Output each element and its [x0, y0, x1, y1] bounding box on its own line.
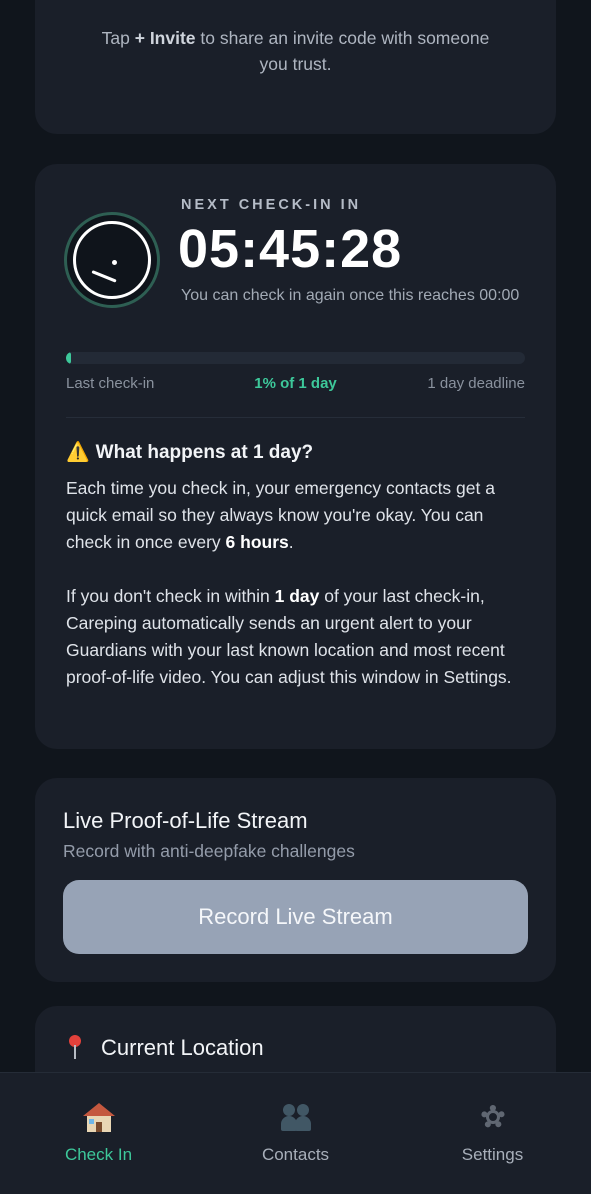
p2-text-a: If you don't check in within: [66, 586, 275, 606]
record-live-stream-button[interactable]: Record Live Stream: [63, 880, 528, 954]
location-title: Current Location: [101, 1035, 264, 1060]
checkin-timer-card: NEXT CHECK-IN IN 05:45:28 You can check …: [35, 164, 556, 749]
invite-card: Tap + Invite to share an invite code wit…: [35, 0, 556, 134]
invite-tip-suffix: to share an invite code with someone you…: [195, 28, 490, 74]
house-icon: [82, 1101, 115, 1133]
invite-tip: Tap + Invite to share an invite code wit…: [95, 25, 496, 77]
progress-labels: Last check-in 1% of 1 day 1 day deadline: [66, 375, 525, 395]
location-heading: Current Location: [65, 1035, 264, 1061]
clock-icon: [64, 212, 160, 308]
next-checkin-label: NEXT CHECK-IN IN: [181, 197, 362, 213]
countdown-subtext: You can check in again once this reaches…: [181, 287, 520, 304]
contacts-icon: [279, 1101, 313, 1133]
app-screen: Tap + Invite to share an invite code wit…: [0, 0, 591, 1194]
live-stream-card: Live Proof-of-Life Stream Record with an…: [35, 778, 556, 982]
stream-subtitle: Record with anti-deepfake challenges: [63, 841, 355, 861]
nav-label-check-in: Check In: [64, 1145, 133, 1164]
progress-fill: [66, 352, 72, 364]
countdown-timer: 05:45:28: [178, 219, 403, 279]
progress-right-label: 1 day deadline: [427, 375, 525, 392]
nav-item-settings[interactable]: Settings: [394, 1073, 591, 1194]
explanation-paragraph-2: If you don't check in within 1 day of yo…: [66, 583, 531, 691]
explanation-paragraph-1: Each time you check in, your emergency c…: [66, 475, 531, 556]
p2-bold: 1 day: [274, 586, 320, 606]
divider: [66, 417, 525, 418]
pin-icon: [65, 1035, 87, 1061]
nav-label-settings: Settings: [461, 1145, 524, 1164]
warning-icon: ⚠️: [66, 442, 90, 463]
warning-title: What happens at 1 day?: [95, 442, 314, 463]
gear-icon: [477, 1101, 509, 1133]
p1-text-b: .: [288, 532, 294, 552]
nav-label-contacts: Contacts: [261, 1145, 330, 1164]
nav-item-contacts[interactable]: Contacts: [197, 1073, 394, 1194]
invite-tip-prefix: Tap: [101, 28, 135, 48]
nav-item-check-in[interactable]: Check In: [0, 1073, 197, 1194]
bottom-nav: Check In Contacts Settings: [0, 1072, 591, 1194]
invite-tip-bold: + Invite: [134, 28, 196, 48]
warning-heading: ⚠️ What happens at 1 day?: [66, 440, 313, 464]
p1-bold: 6 hours: [225, 532, 289, 552]
stream-title: Live Proof-of-Life Stream: [63, 808, 308, 833]
checkin-progress-bar: [66, 352, 525, 364]
